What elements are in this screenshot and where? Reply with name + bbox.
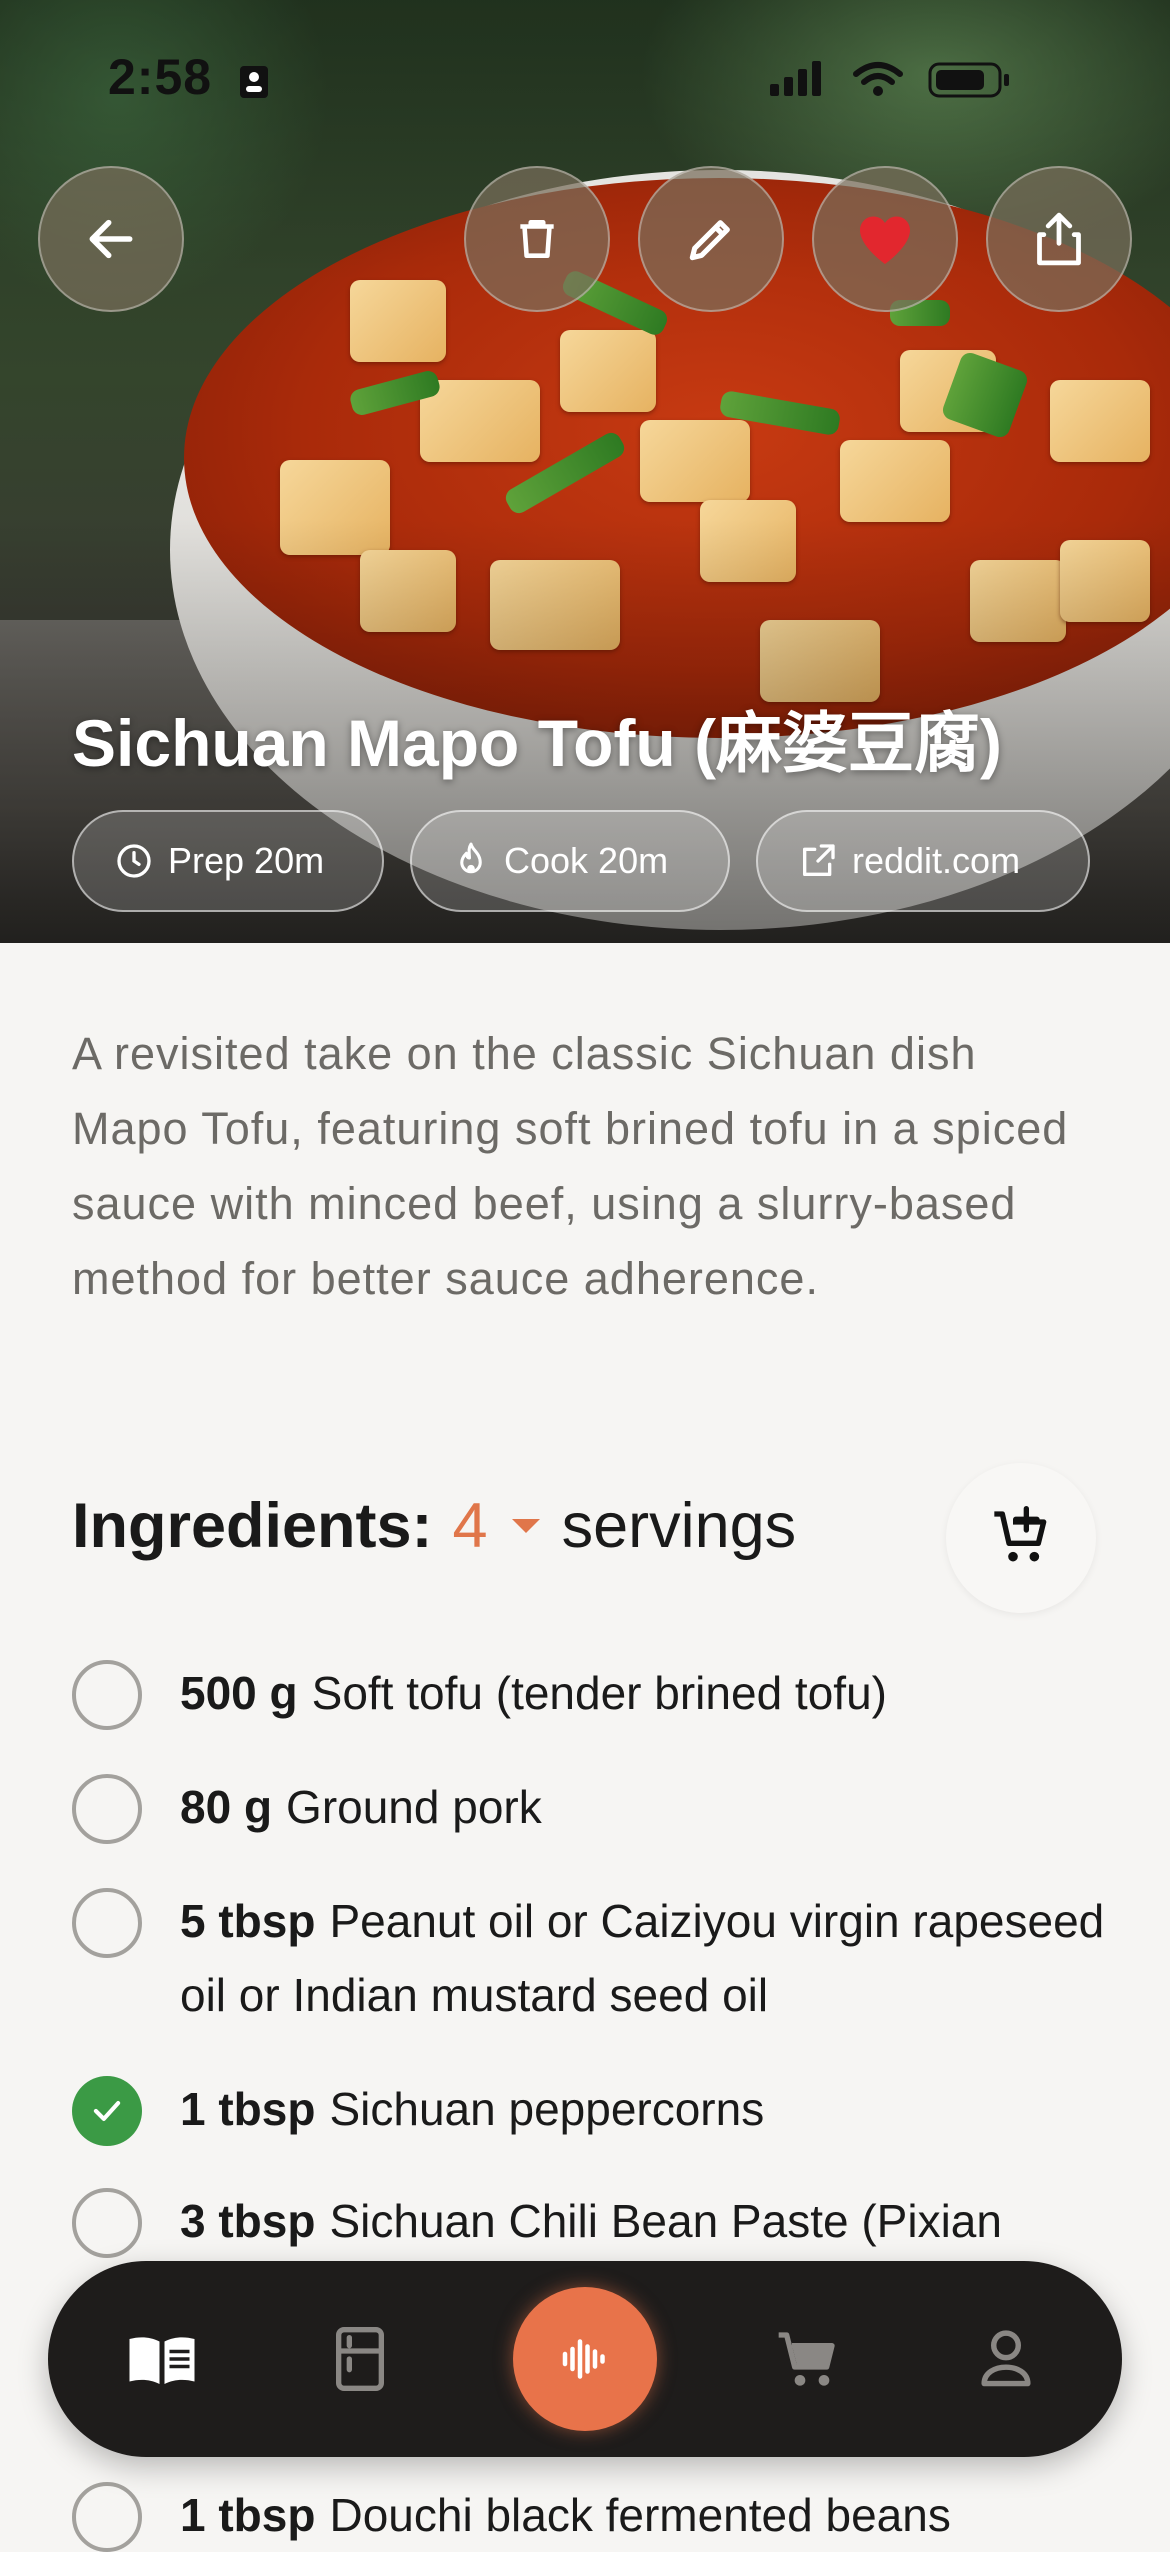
recipe-title: Sichuan Mapo Tofu (麻婆豆腐): [72, 706, 1003, 780]
ingredient-name: Ground pork: [286, 1781, 542, 1833]
ingredient-item[interactable]: 5 tbsp Peanut oil or Caiziyou virgin rape…: [72, 1884, 1112, 2032]
source-link-chip[interactable]: reddit.com: [756, 810, 1090, 912]
trash-icon: [520, 220, 554, 258]
prep-time-chip: Prep 20m: [72, 810, 384, 912]
ingredient-name: Peanut oil or Caiziyou virgin rapeseed o…: [180, 1895, 1105, 2021]
ingredient-item[interactable]: 1 tbsp Sichuan peppercorns: [72, 2072, 1112, 2146]
nav-shopping-cart[interactable]: [758, 2309, 858, 2409]
nav-pantry[interactable]: [310, 2309, 410, 2409]
ingredient-item[interactable]: 80 g Ground pork: [72, 1770, 1112, 1844]
ingredient-amount: 1 tbsp: [180, 2083, 316, 2135]
heart-icon: [860, 216, 910, 264]
add-to-cart-button[interactable]: [946, 1463, 1096, 1613]
ingredient-checkbox-checked[interactable]: [72, 2076, 142, 2146]
ingredient-checkbox[interactable]: [72, 2188, 142, 2258]
cart-icon: [778, 2332, 835, 2386]
cart-add-icon: [994, 1506, 1047, 1562]
checkmark-icon: [93, 2101, 121, 2121]
recipe-meta-chips: Prep 20m Cook 20m reddit.com: [72, 810, 1090, 912]
cellular-signal-icon: [770, 61, 821, 96]
ingredient-amount: 500 g: [180, 1667, 298, 1719]
focus-icon: [238, 62, 270, 107]
pencil-icon: [689, 220, 730, 261]
ingredient-item[interactable]: 3 tbsp Sichuan Chili Bean Paste (Pixian: [72, 2184, 1112, 2258]
status-time: 2:58: [108, 49, 213, 105]
ingredient-amount: 3 tbsp: [180, 2195, 316, 2247]
servings-label: servings: [561, 1491, 797, 1561]
cook-time-chip: Cook 20m: [410, 810, 730, 912]
clock-icon: [117, 844, 151, 878]
back-icon: [89, 219, 133, 259]
back-button[interactable]: [38, 166, 184, 312]
recipe-description: A revisited take on the classic Sichuan …: [72, 1028, 1069, 1304]
ingredient-checkbox[interactable]: [72, 2482, 142, 2552]
share-icon: [1037, 212, 1081, 266]
ingredient-amount: 5 tbsp: [180, 1895, 316, 1947]
ingredient-checkbox[interactable]: [72, 1774, 142, 1844]
servings-selector[interactable]: 4: [453, 1490, 488, 1562]
source-label: reddit.com: [852, 840, 1021, 881]
ingredients-header: Ingredients: 4 servings: [72, 1490, 796, 1562]
voice-assistant-button[interactable]: [513, 2287, 657, 2431]
ingredient-name: Douchi black fermented beans: [329, 2489, 951, 2541]
ingredient-checkbox[interactable]: [72, 1888, 142, 1958]
hero-gradient: [0, 0, 1170, 943]
bottom-navigation: [48, 2261, 1122, 2457]
microphone-icon: [562, 2339, 605, 2379]
nav-recipes[interactable]: [112, 2309, 212, 2409]
ingredient-item[interactable]: 500 g Soft tofu (tender brined tofu): [72, 1656, 1112, 1730]
status-indicators: [770, 58, 1020, 107]
ingredients-title: Ingredients:: [72, 1491, 433, 1561]
edit-button[interactable]: [638, 166, 784, 312]
ingredient-name: Soft tofu (tender brined tofu): [311, 1667, 887, 1719]
flame-icon: [460, 842, 482, 874]
ingredient-checkbox[interactable]: [72, 1660, 142, 1730]
ingredient-name: Sichuan peppercorns: [329, 2083, 765, 2135]
battery-icon: [928, 62, 1009, 98]
delete-button[interactable]: [464, 166, 610, 312]
recipe-hero-image: 2:58 Sichuan Mapo Tofu (麻婆豆腐) Prep 20m C…: [0, 0, 1170, 943]
ingredient-item[interactable]: 1 tbsp Douchi black fermented beans: [72, 2478, 1112, 2552]
share-button[interactable]: [986, 166, 1132, 312]
prep-time-label: Prep 20m: [168, 840, 325, 881]
ingredient-amount: 1 tbsp: [180, 2489, 316, 2541]
wifi-icon: [853, 62, 903, 85]
book-icon: [129, 2337, 195, 2384]
fridge-icon: [335, 2327, 384, 2391]
servings-dropdown-icon[interactable]: [511, 1519, 540, 1533]
cook-time-label: Cook 20m: [504, 840, 669, 881]
ingredient-amount: 80 g: [180, 1781, 273, 1833]
nav-profile[interactable]: [956, 2309, 1056, 2409]
external-link-icon: [803, 844, 835, 876]
ingredient-name: Sichuan Chili Bean Paste (Pixian: [329, 2195, 1002, 2247]
profile-icon: [981, 2330, 1031, 2387]
favorite-button[interactable]: [812, 166, 958, 312]
status-bar: 2:58: [0, 40, 1170, 120]
